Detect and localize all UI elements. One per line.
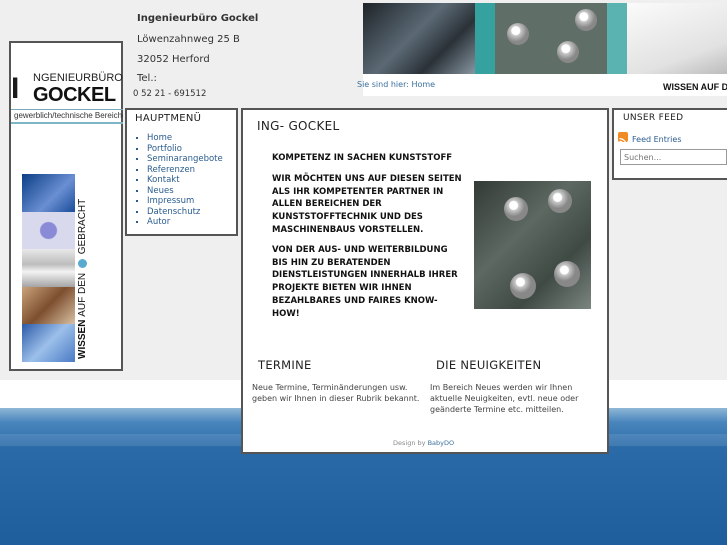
vertical-slogan: WISSEN AUF DEN GEBRACHT [77, 199, 88, 359]
intro-paragraph-1: WIR MÖCHTEN UNS AUF DIESEN SEITEN ALS IH… [272, 173, 462, 235]
rss-icon[interactable] [618, 132, 628, 146]
breadcrumb: Sie sind hier: Home [357, 80, 435, 89]
banner-tagline: WISSEN AUF D [663, 82, 727, 92]
knob-icon [575, 9, 597, 31]
breadcrumb-home-link[interactable]: Home [411, 80, 435, 89]
city-address: 32052 Herford [137, 54, 210, 65]
header-banner [363, 3, 727, 74]
menu-title: HAUPTMENÜ [135, 113, 202, 124]
banner-image-knobs [495, 3, 607, 74]
design-credit-link[interactable]: BabyDO [428, 439, 455, 447]
logo-panel: I NGENIEURBÜRO GOCKEL gewerblich/technis… [9, 41, 123, 371]
menu-item-home[interactable]: Home [147, 133, 223, 144]
logo[interactable]: I NGENIEURBÜRO GOCKEL [11, 71, 123, 109]
knob-icon [510, 273, 536, 299]
tel-label: Tel.: [137, 73, 157, 84]
logo-divider [11, 122, 123, 124]
strip-image-3 [22, 249, 75, 287]
termine-heading: TERMINE [258, 358, 312, 372]
banner-image-notebook [627, 3, 727, 74]
main-content: ING- GOCKEL KOMPETENZ IN SACHEN KUNSTSTO… [241, 108, 609, 454]
design-credit-prefix: Design by [393, 439, 426, 447]
logo-letter-i: I [11, 72, 19, 105]
strip-image-1 [22, 174, 75, 212]
banner-spacer-2 [607, 3, 627, 74]
banner-spacer-1 [475, 3, 495, 74]
strip-image-5 [22, 324, 75, 362]
slogan-word-3: GEBRACHT [77, 198, 88, 255]
street-address: Löwenzahnweg 25 B [137, 34, 240, 45]
menu-item-portfolio[interactable]: Portfolio [147, 144, 223, 155]
feed-entries-link[interactable]: Feed Entries [632, 135, 682, 144]
menu-item-kontakt[interactable]: Kontakt [147, 175, 223, 186]
knob-icon [557, 41, 579, 63]
knob-icon [504, 197, 528, 221]
menu-item-neues[interactable]: Neues [147, 186, 223, 197]
slogan-dot-icon [77, 259, 87, 269]
menu-list: Home Portfolio Seminarangebote Referenze… [147, 133, 223, 228]
search-input[interactable] [620, 149, 727, 165]
main-menu: HAUPTMENÜ Home Portfolio Seminarangebote… [125, 108, 238, 236]
image-strip [22, 174, 75, 362]
strip-image-people [22, 286, 75, 325]
menu-item-autor[interactable]: Autor [147, 217, 223, 228]
menu-item-referenzen[interactable]: Referenzen [147, 165, 223, 176]
intro-text: KOMPETENZ IN SACHEN KUNSTSTOFF WIR MÖCHT… [272, 152, 464, 328]
knob-icon [554, 261, 580, 287]
content-image-knobs [474, 181, 591, 309]
menu-item-seminarangebote[interactable]: Seminarangebote [147, 154, 223, 165]
logo-big-text: GOCKEL [33, 84, 116, 106]
knob-icon [548, 189, 572, 213]
intro-paragraph-2: VON DER AUS- UND WEITERBILDUNG BIS HIN Z… [272, 244, 458, 319]
knob-icon [507, 23, 529, 45]
content-title: ING- GOCKEL [257, 119, 340, 133]
breadcrumb-label: Sie sind hier: [357, 80, 409, 89]
strip-image-molecule [22, 211, 75, 250]
feed-title: UNSER FEED [623, 113, 684, 123]
design-credit: Design by BabyDO [393, 439, 454, 447]
menu-item-datenschutz[interactable]: Datenschutz [147, 207, 223, 218]
neuigkeiten-text: Im Bereich Neues werden wir Ihnen aktuel… [430, 383, 579, 414]
neuigkeiten-heading: DIE NEUIGKEITEN [436, 358, 542, 372]
phone-number: 0 52 21 - 691512 [133, 89, 207, 99]
company-name: Ingenieurbüro Gockel [137, 13, 259, 24]
termine-text: Neue Termine, Terminänderungen usw. gebe… [252, 383, 420, 403]
logo-tagline: gewerblich/technische Bereiche [11, 109, 123, 121]
intro-heading: KOMPETENZ IN SACHEN KUNSTSTOFF [272, 153, 453, 163]
banner-image-machine [363, 3, 475, 74]
slogan-word-2: AUF DEN [77, 272, 88, 317]
menu-item-impressum[interactable]: Impressum [147, 196, 223, 207]
slogan-word-1: WISSEN [77, 319, 88, 359]
feed-panel: UNSER FEED Feed Entries [612, 108, 727, 180]
